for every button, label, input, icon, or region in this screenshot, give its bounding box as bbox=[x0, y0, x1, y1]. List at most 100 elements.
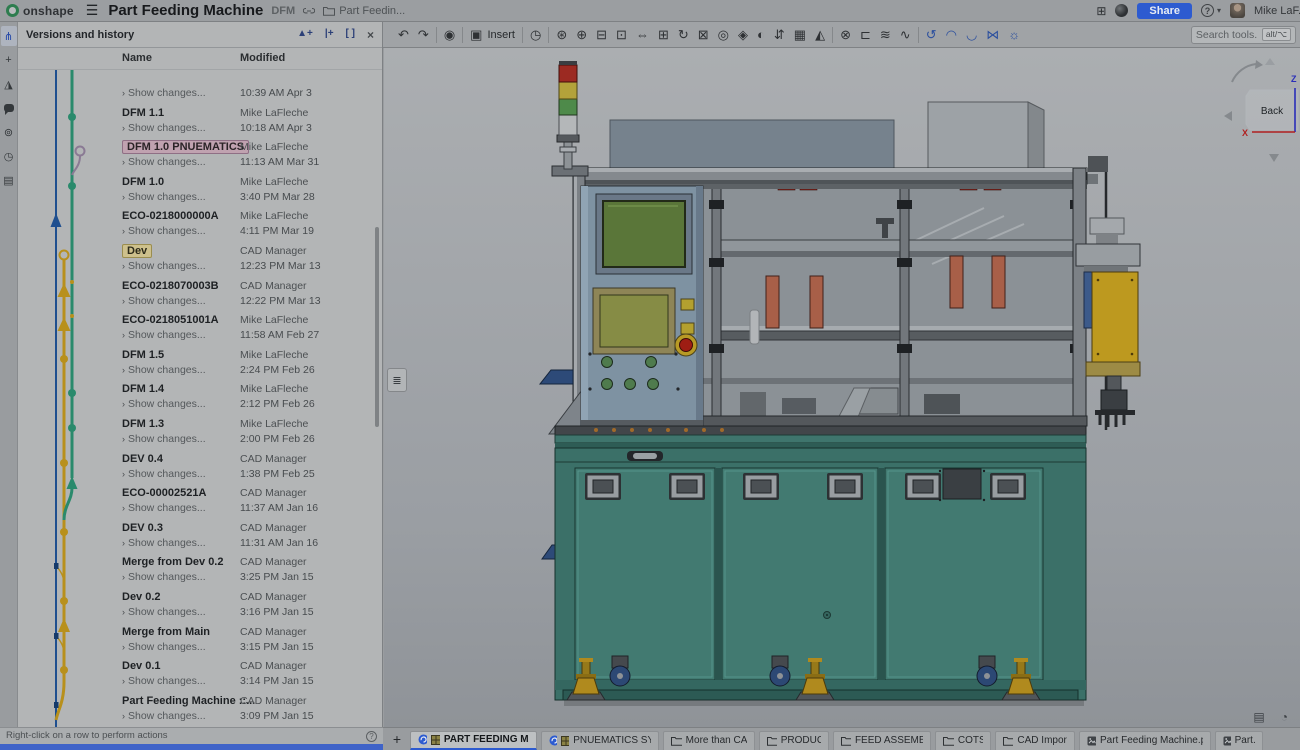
version-row[interactable]: DFM 1.1Mike LaFleche›Show changes...10:1… bbox=[18, 105, 382, 140]
version-row[interactable]: DFM 1.4Mike LaFleche›Show changes...2:12… bbox=[18, 381, 382, 416]
show-changes-link[interactable]: ›Show changes... bbox=[122, 295, 206, 307]
follow-mode-icon[interactable]: ◉ bbox=[444, 28, 455, 41]
account-badge-icon[interactable] bbox=[1115, 4, 1128, 17]
belt-icon[interactable]: ◎ bbox=[718, 28, 729, 41]
version-row[interactable]: DFM 1.5Mike LaFleche›Show changes...2:24… bbox=[18, 347, 382, 382]
show-changes-link[interactable]: ›Show changes... bbox=[122, 502, 206, 514]
show-changes-link[interactable]: ›Show changes... bbox=[122, 433, 206, 445]
view-cube[interactable]: Back Z X bbox=[1222, 54, 1300, 224]
machine-model[interactable] bbox=[384, 48, 1300, 727]
show-changes-link[interactable]: ›Show changes... bbox=[122, 641, 206, 653]
exploded-view-icon[interactable]: ◈ bbox=[738, 28, 748, 41]
version-row[interactable]: DFM 1.0Mike LaFleche›Show changes...3:40… bbox=[18, 174, 382, 209]
undo-icon[interactable]: ↶ bbox=[398, 28, 409, 41]
compare-icon[interactable]: [ ] bbox=[346, 28, 355, 42]
main-menu-icon[interactable]: ☰ bbox=[86, 2, 99, 19]
link-icon[interactable] bbox=[303, 6, 315, 16]
show-changes-link[interactable]: ›Show changes... bbox=[122, 156, 206, 168]
select-other-icon[interactable]: ↺ bbox=[926, 28, 937, 41]
performance-icon[interactable]: ◷ bbox=[1, 146, 17, 166]
group-icon[interactable]: ⊟ bbox=[596, 28, 607, 41]
tab-part-feeding-machine-p[interactable]: Part Feeding Machine.p... bbox=[1079, 731, 1211, 750]
tab-pnuematics-syst[interactable]: PNUEMATICS SYST... bbox=[541, 731, 659, 750]
version-row[interactable]: Dev 0.1CAD Manager›Show changes...3:14 P… bbox=[18, 658, 382, 693]
show-changes-link[interactable]: ›Show changes... bbox=[122, 122, 206, 134]
version-row[interactable]: ECO-0218000000AMike LaFleche›Show change… bbox=[18, 208, 382, 243]
named-positions-icon[interactable]: ⇵ bbox=[774, 28, 785, 41]
tab-cad-imports[interactable]: CAD Imports bbox=[995, 731, 1075, 750]
snapshot-icon[interactable]: ◐ bbox=[757, 28, 765, 41]
create-version-icon[interactable]: ▲+ bbox=[297, 28, 313, 42]
version-row[interactable]: DFM 1.0 PNUEMATICSMike LaFleche›Show cha… bbox=[18, 139, 382, 174]
version-row[interactable]: Merge from Dev 0.2CAD Manager›Show chang… bbox=[18, 554, 382, 589]
version-row[interactable]: ECO-0218051001AMike LaFleche›Show change… bbox=[18, 312, 382, 347]
show-hidden-icon[interactable]: ◡ bbox=[966, 28, 977, 41]
insert-new-item-icon[interactable]: + bbox=[1, 50, 17, 70]
version-row[interactable]: Dev 0.2CAD Manager›Show changes...3:16 P… bbox=[18, 589, 382, 624]
linear-pattern-icon[interactable]: ⊞ bbox=[658, 28, 669, 41]
fix-icon[interactable]: ⊡ bbox=[616, 28, 627, 41]
instance-list-toggle[interactable]: ≣ bbox=[387, 368, 407, 392]
version-row[interactable]: DevCAD Manager›Show changes...12:23 PM M… bbox=[18, 243, 382, 278]
print-icon[interactable]: ▤ bbox=[1253, 710, 1264, 724]
show-changes-link[interactable]: ›Show changes... bbox=[122, 606, 206, 618]
version-row[interactable]: ›Show changes...10:39 AM Apr 3 bbox=[18, 70, 382, 105]
show-changes-link[interactable]: ›Show changes... bbox=[122, 468, 206, 480]
version-row[interactable]: DEV 0.3CAD Manager›Show changes...11:31 … bbox=[18, 520, 382, 555]
app-store-icon[interactable]: ⊞ bbox=[1096, 4, 1106, 18]
isolate-icon[interactable]: ⋈ bbox=[986, 28, 999, 41]
move-icon[interactable]: ⇔ bbox=[636, 28, 649, 41]
add-tab-button[interactable]: + bbox=[388, 731, 406, 747]
tab-more-than-cad[interactable]: More than CAD bbox=[663, 731, 755, 750]
version-row[interactable]: Merge from MainCAD Manager›Show changes.… bbox=[18, 624, 382, 659]
footer-help-icon[interactable]: ? bbox=[366, 731, 377, 742]
help-icon[interactable]: ? bbox=[1201, 4, 1214, 17]
show-changes-link[interactable]: ›Show changes... bbox=[122, 191, 206, 203]
show-changes-link[interactable]: ›Show changes... bbox=[122, 537, 206, 549]
3d-viewport[interactable]: Back Z X ≣ ▤ ◔ bbox=[384, 48, 1300, 727]
mate-icon[interactable]: ⊕ bbox=[576, 28, 587, 41]
bom-table-icon[interactable]: ▤ bbox=[1, 170, 17, 190]
create-branch-icon[interactable]: |+ bbox=[325, 28, 334, 42]
routing-icon[interactable]: ∿ bbox=[900, 28, 911, 41]
bom-icon[interactable]: ▦ bbox=[794, 28, 806, 41]
tab-part[interactable]: Part... bbox=[1215, 731, 1263, 750]
circular-pattern-icon[interactable]: ↻ bbox=[678, 28, 689, 41]
simulation-icon[interactable]: ⊏ bbox=[860, 28, 871, 41]
mate-connector-icon[interactable]: ⊛ bbox=[556, 28, 567, 41]
tool-search-input[interactable] bbox=[1196, 29, 1258, 41]
show-changes-link[interactable]: ›Show changes... bbox=[122, 225, 206, 237]
redo-icon[interactable]: ↷ bbox=[418, 28, 429, 41]
versions-history-icon[interactable]: ⋔ bbox=[1, 26, 17, 46]
show-changes-link[interactable]: ›Show changes... bbox=[122, 398, 206, 410]
help-settings-icon[interactable]: ⊚ bbox=[1, 122, 17, 142]
show-changes-link[interactable]: ›Show changes... bbox=[122, 675, 206, 687]
version-row[interactable]: DFM 1.3Mike LaFleche›Show changes...2:00… bbox=[18, 416, 382, 451]
appearance-panel-icon[interactable]: ◮ bbox=[1, 74, 17, 94]
panel-scrollbar[interactable] bbox=[375, 227, 379, 427]
insert-icon[interactable]: ▣ bbox=[470, 28, 482, 41]
replicate-icon[interactable]: ⊠ bbox=[698, 28, 709, 41]
share-button[interactable]: Share bbox=[1137, 3, 1192, 19]
version-row[interactable]: ECO-0218070003BCAD Manager›Show changes.… bbox=[18, 278, 382, 313]
color-parts-icon[interactable]: ◭ bbox=[815, 28, 825, 41]
configurations-icon[interactable]: ⊗ bbox=[840, 28, 851, 41]
close-panel-icon[interactable]: × bbox=[367, 28, 374, 42]
tab-product[interactable]: PRODUCT bbox=[759, 731, 829, 750]
workspace-label[interactable]: DFM bbox=[271, 5, 295, 17]
show-changes-link[interactable]: ›Show changes... bbox=[122, 710, 206, 722]
tab-feed-assembly[interactable]: FEED ASSEMBLY bbox=[833, 731, 931, 750]
tab-part-feeding-ma[interactable]: PART FEEDING MA... bbox=[410, 731, 537, 750]
version-row[interactable]: DEV 0.4CAD Manager›Show changes...1:38 P… bbox=[18, 451, 382, 486]
tab-cots[interactable]: COTS bbox=[935, 731, 991, 750]
version-row[interactable]: ECO-00002521ACAD Manager›Show changes...… bbox=[18, 485, 382, 520]
status-indicator-icon[interactable]: ◔ bbox=[1281, 710, 1288, 724]
user-avatar[interactable] bbox=[1230, 3, 1245, 18]
appearance-icon[interactable]: ☼ bbox=[1008, 28, 1020, 41]
show-changes-link[interactable]: ›Show changes... bbox=[122, 329, 206, 341]
help-caret-icon[interactable]: ▾ bbox=[1217, 6, 1221, 15]
show-changes-link[interactable]: ›Show changes... bbox=[122, 260, 206, 272]
show-changes-link[interactable]: ›Show changes... bbox=[122, 571, 206, 583]
show-changes-link[interactable]: ›Show changes... bbox=[122, 364, 206, 376]
document-location[interactable]: Part Feedin... bbox=[339, 5, 405, 17]
